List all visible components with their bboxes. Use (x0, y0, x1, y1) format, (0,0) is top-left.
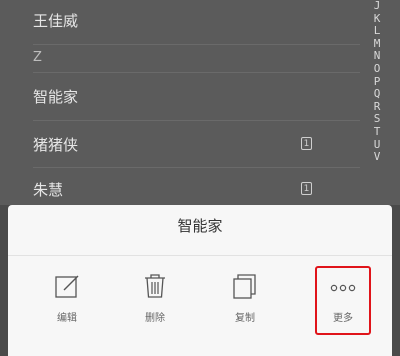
contact-action-sheet: 智能家 编辑 删除 复制 更多 (8, 205, 392, 356)
index-letter[interactable]: J (374, 0, 381, 13)
sim-badge: 1 (301, 182, 312, 195)
sim-badge: 1 (301, 137, 312, 150)
contact-row[interactable]: 猪猪侠 1 (0, 125, 360, 171)
contact-row[interactable]: 智能家 (0, 78, 360, 124)
index-letter[interactable]: O (374, 62, 381, 76)
divider (33, 167, 360, 168)
trash-icon (142, 273, 168, 303)
index-letter[interactable]: Q (374, 88, 381, 101)
copy-button[interactable]: 复制 (210, 263, 280, 333)
alphabet-index-bar[interactable]: J K L M N O P Q R S T U V (368, 0, 386, 205)
index-letter[interactable]: V (374, 151, 381, 164)
contact-name: 智能家 (33, 88, 79, 106)
divider (33, 120, 360, 121)
delete-button[interactable]: 删除 (120, 263, 190, 333)
divider (8, 255, 392, 256)
edit-label: 编辑 (57, 313, 77, 324)
divider (33, 72, 360, 73)
divider (33, 44, 360, 45)
copy-icon (232, 273, 258, 303)
edit-icon (54, 273, 80, 303)
delete-label: 删除 (145, 313, 165, 324)
index-letter[interactable]: T (374, 125, 381, 139)
contact-name: 猪猪侠 (33, 136, 79, 154)
highlight-box (315, 266, 371, 335)
copy-label: 复制 (235, 313, 255, 324)
edit-button[interactable]: 编辑 (32, 263, 102, 333)
contact-row[interactable]: 王佳威 (0, 0, 360, 46)
index-letter[interactable]: L (374, 25, 381, 38)
contact-name: 朱慧 (33, 181, 64, 199)
section-header: Z (33, 50, 42, 65)
contact-name: 王佳威 (33, 12, 79, 30)
sheet-title: 智能家 (177, 217, 223, 235)
contacts-list: 王佳威 Z 智能家 猪猪侠 1 朱慧 1 J K L M N O P Q R S… (0, 0, 400, 205)
